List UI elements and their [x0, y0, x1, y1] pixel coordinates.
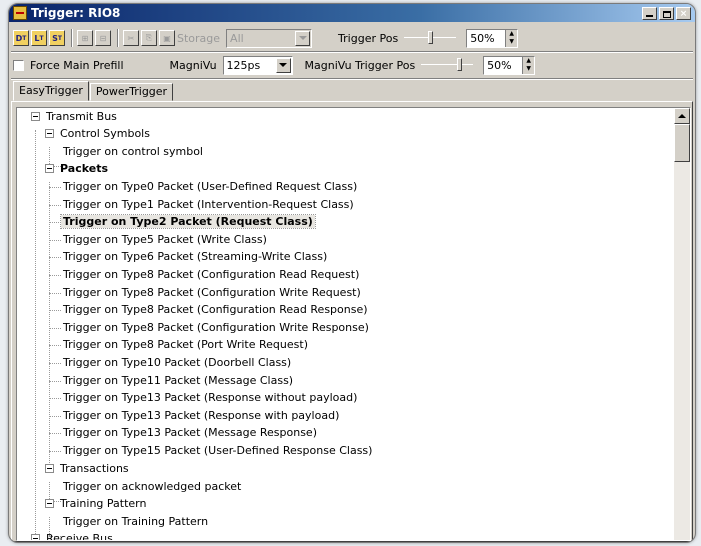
collapse-icon[interactable]: [45, 164, 54, 173]
s-trigger-button[interactable]: ST: [49, 30, 65, 46]
tree-node-packet-item[interactable]: Trigger on Type8 Packet (Configuration W…: [61, 284, 363, 301]
tree-node-trigger-ack-packet[interactable]: Trigger on acknowledged packet: [61, 478, 243, 495]
force-main-prefill-label: Force Main Prefill: [30, 58, 124, 72]
trigger-tabs: EasyTrigger PowerTrigger: [13, 81, 174, 101]
tab-powertrigger[interactable]: PowerTrigger: [89, 83, 174, 101]
minimize-icon: [646, 14, 653, 17]
tree-node-training-pattern[interactable]: Training Pattern: [45, 495, 148, 512]
paste-icon[interactable]: ▣: [159, 30, 175, 46]
magnivu-trigger-pos-slider[interactable]: [421, 57, 474, 73]
spin-up-icon[interactable]: ▲: [523, 57, 534, 66]
tree-node-transactions[interactable]: Transactions: [45, 460, 131, 477]
collapse-icon[interactable]: [45, 129, 54, 138]
trigger-pos-spinner[interactable]: 50% ▲ ▼: [466, 28, 519, 48]
tree-node-packet-item[interactable]: Trigger on Type15 Packet (User-Defined R…: [61, 442, 374, 459]
tree-node-control-symbols[interactable]: Control Symbols: [45, 125, 152, 142]
tree-node-packet-item[interactable]: Trigger on Type0 Packet (User-Defined Re…: [61, 178, 359, 195]
title-bar: Trigger: RIO8 ×: [9, 4, 695, 22]
close-icon: ×: [679, 8, 688, 19]
spin-down-icon[interactable]: ▼: [523, 65, 534, 74]
trigger-toolbar: DT LT ST ⊞ ⊟ ✂ ⎘ ▣ Storage All Trigger P…: [9, 25, 695, 51]
scroll-thumb[interactable]: [674, 124, 690, 162]
tree-node-packet-item[interactable]: Trigger on Type10 Packet (Doorbell Class…: [61, 354, 293, 371]
tree-node-packet-item[interactable]: Trigger on Type2 Packet (Request Class): [60, 213, 316, 230]
spin-up-icon[interactable]: ▲: [506, 30, 517, 39]
easytrigger-panel: Transmit Bus Control Symbols Trigger on …: [11, 101, 693, 542]
tree-node-trigger-training-pattern[interactable]: Trigger on Training Pattern: [61, 513, 210, 530]
collapse-icon[interactable]: [45, 464, 54, 473]
storage-combo[interactable]: All: [226, 28, 313, 48]
minimize-button[interactable]: [642, 6, 657, 20]
copy-icon[interactable]: ⎘: [141, 30, 157, 46]
scroll-up-icon[interactable]: [674, 108, 690, 124]
chevron-down-icon[interactable]: [275, 57, 291, 73]
trigger-pos-slider[interactable]: [404, 30, 457, 46]
tree-node-packet-item[interactable]: Trigger on Type6 Packet (Streaming-Write…: [61, 248, 329, 265]
tree-node-trigger-control-symbol[interactable]: Trigger on control symbol: [61, 143, 205, 160]
close-button[interactable]: ×: [676, 6, 691, 20]
tree-scrollbar[interactable]: [674, 108, 690, 540]
window-title: Trigger: RIO8: [31, 6, 121, 20]
collapse-icon[interactable]: [31, 112, 40, 121]
tree-node-packets[interactable]: Packets: [45, 160, 110, 177]
cut-icon[interactable]: ✂: [123, 30, 139, 46]
tree-node-packet-item[interactable]: Trigger on Type5 Packet (Write Class): [61, 231, 269, 248]
maximize-icon: [662, 10, 671, 18]
maximize-button[interactable]: [659, 6, 674, 20]
spin-down-icon[interactable]: ▼: [506, 38, 517, 47]
slider-thumb[interactable]: [457, 58, 463, 71]
tree-node-packet-item[interactable]: Trigger on Type8 Packet (Configuration R…: [61, 301, 370, 318]
tree-node-packet-item[interactable]: Trigger on Type13 Packet (Response witho…: [61, 389, 359, 406]
collapse-icon[interactable]: [31, 534, 40, 540]
tree-node-packet-item[interactable]: Trigger on Type8 Packet (Configuration W…: [61, 319, 371, 336]
trigger-tree: Transmit Bus Control Symbols Trigger on …: [17, 108, 674, 540]
trigger-window: Trigger: RIO8 × DT LT ST ⊞ ⊟ ✂ ⎘ ▣ Stora…: [8, 3, 696, 543]
trigger-app-icon: [13, 6, 27, 20]
trigger-tree-view: Transmit Bus Control Symbols Trigger on …: [16, 107, 691, 541]
slider-thumb[interactable]: [428, 31, 434, 44]
d-trigger-button[interactable]: DT: [13, 30, 29, 46]
tree-node-receive-bus[interactable]: Receive Bus: [31, 530, 115, 540]
magnivu-combo[interactable]: 125ps: [222, 55, 293, 75]
tab-easytrigger[interactable]: EasyTrigger: [13, 81, 89, 101]
l-trigger-button[interactable]: LT: [31, 30, 47, 46]
trigger-pos-label: Trigger Pos: [338, 31, 399, 45]
tree-node-packet-item[interactable]: Trigger on Type11 Packet (Message Class): [61, 372, 295, 389]
force-main-prefill-checkbox[interactable]: [13, 59, 24, 71]
collapse-icon[interactable]: [45, 499, 54, 508]
magnivu-label: MagniVu: [169, 58, 217, 72]
add-state-icon[interactable]: ⊞: [77, 30, 93, 46]
tree-node-transmit-bus[interactable]: Transmit Bus: [31, 108, 119, 125]
tree-node-packet-item[interactable]: Trigger on Type8 Packet (Port Write Requ…: [61, 336, 310, 353]
chevron-down-icon[interactable]: [295, 30, 311, 46]
tree-node-packet-item[interactable]: Trigger on Type1 Packet (Intervention-Re…: [61, 196, 356, 213]
tree-node-packet-item[interactable]: Trigger on Type13 Packet (Message Respon…: [61, 424, 319, 441]
magnivu-trigger-pos-label: MagniVu Trigger Pos: [304, 58, 416, 72]
tree-node-packet-item[interactable]: Trigger on Type8 Packet (Configuration R…: [61, 266, 361, 283]
magnivu-trigger-pos-spinner[interactable]: 50% ▲ ▼: [483, 55, 536, 75]
storage-label: Storage: [177, 31, 221, 45]
tree-node-packet-item[interactable]: Trigger on Type13 Packet (Response with …: [61, 407, 341, 424]
magnivu-toolbar: Force Main Prefill MagniVu 125ps MagniVu…: [9, 53, 695, 77]
add-if-icon[interactable]: ⊟: [95, 30, 111, 46]
